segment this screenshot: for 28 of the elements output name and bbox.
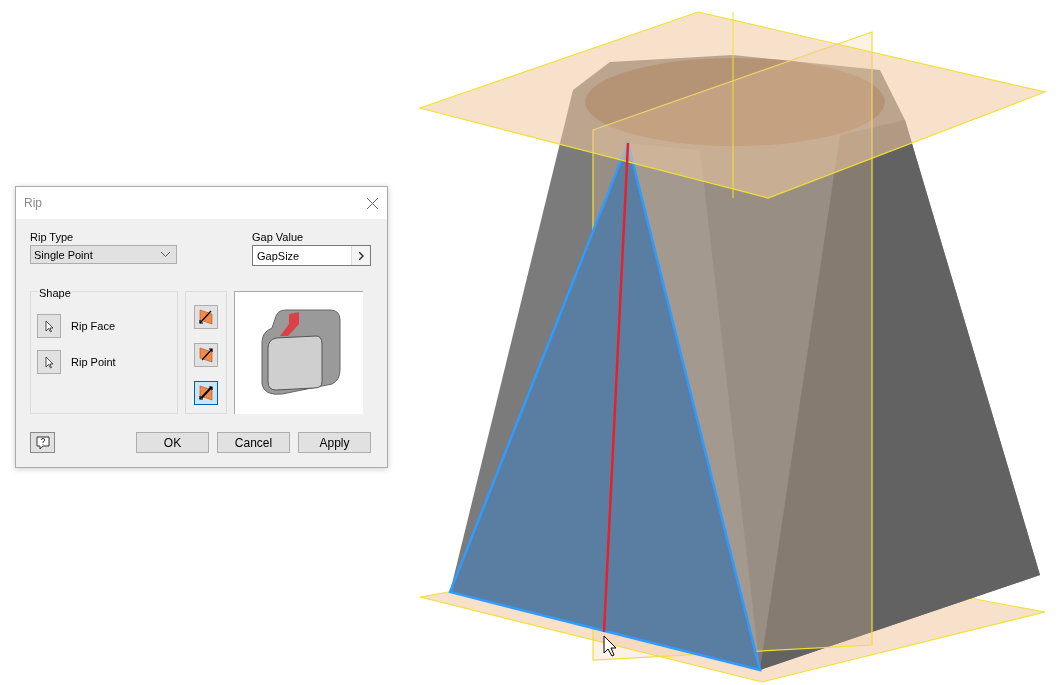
pointer-icon: [44, 319, 54, 333]
selector-label: Rip Face: [71, 320, 116, 332]
chevron-down-icon: [161, 252, 170, 257]
pointer-icon: [44, 355, 54, 369]
direction-button[interactable]: [194, 305, 218, 329]
gap-value-label: Gap Value: [252, 231, 305, 243]
ok-button[interactable]: OK: [136, 432, 209, 453]
shape-label: Shape: [38, 287, 72, 299]
chevron-right-icon: [358, 251, 364, 260]
gap-value-field[interactable]: GapSize: [252, 245, 371, 266]
rip-type-label: Rip Type: [30, 231, 75, 243]
select-button[interactable]: [37, 350, 61, 374]
help-icon: [35, 435, 50, 450]
help-button[interactable]: [30, 432, 55, 453]
apply-button[interactable]: Apply: [298, 432, 371, 453]
direction-button[interactable]: [194, 343, 218, 367]
flip-direction-icon: [198, 385, 214, 401]
expand-button[interactable]: [351, 246, 370, 265]
cursor-icon: [603, 635, 617, 657]
rip-type-dropdown[interactable]: Single Point: [30, 245, 177, 264]
direction-button[interactable]: [194, 381, 218, 405]
selector-label: Rip Point: [71, 356, 116, 368]
select-button[interactable]: [37, 314, 61, 338]
dialog-title: Rip: [24, 196, 42, 210]
flip-direction-icon: [198, 347, 214, 363]
cancel-button[interactable]: Cancel: [217, 432, 290, 453]
flip-direction-icon: [198, 309, 214, 325]
close-icon[interactable]: [367, 197, 378, 209]
